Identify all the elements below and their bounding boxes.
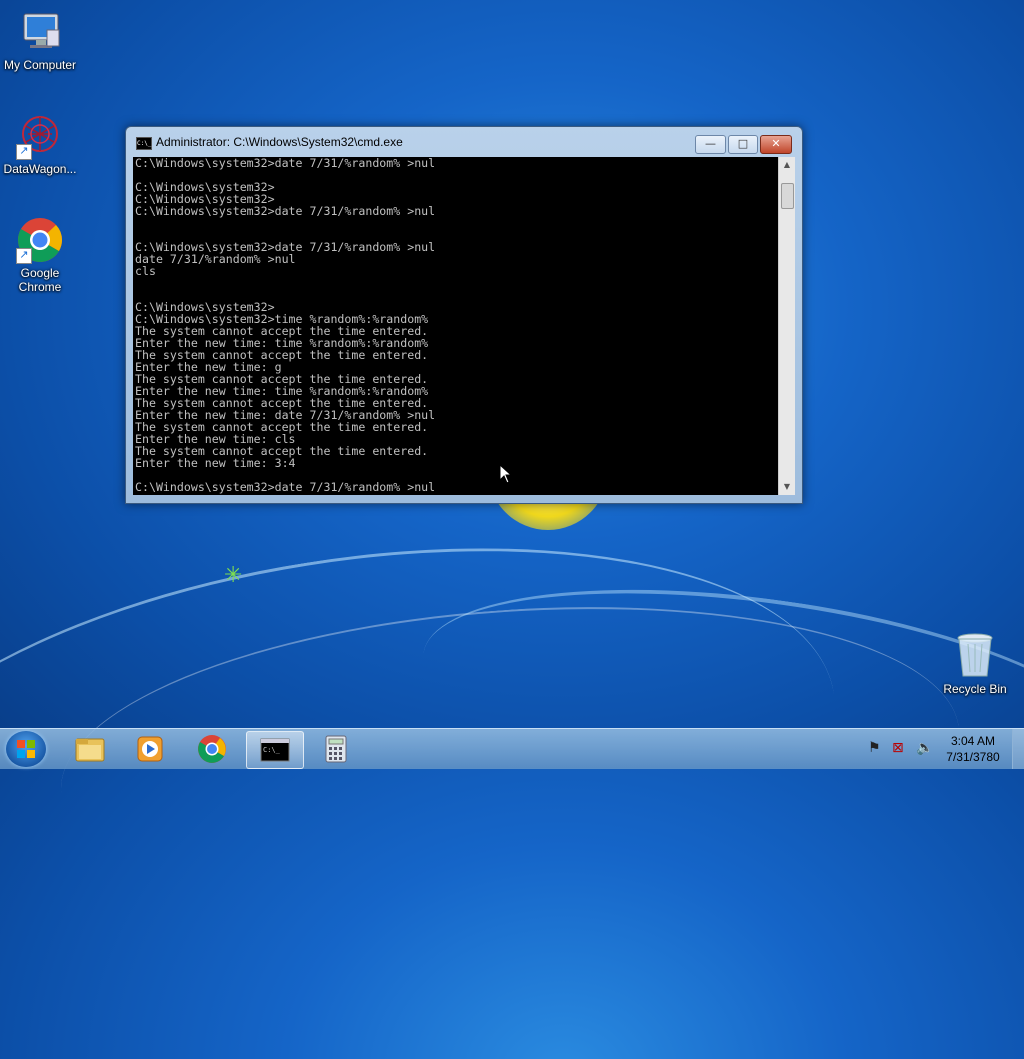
system-tray: ⚑ ⊠ 🔈 — [862, 737, 942, 761]
desktop-icon-label: Recycle Bin — [943, 682, 1007, 696]
shortcut-arrow-icon: ↗ — [16, 248, 32, 264]
wallpaper-leaf: ✳ — [224, 563, 243, 588]
chrome-taskbar-button[interactable] — [184, 731, 240, 767]
close-button[interactable]: ✕ — [760, 135, 792, 154]
datawagon-icon: ↗ — [16, 112, 64, 160]
clock-time: 3:04 AM — [950, 734, 996, 748]
svg-text:C:\_: C:\_ — [263, 746, 281, 754]
window-title: Administrator: C:\Windows\System32\cmd.e… — [156, 135, 403, 149]
console-line: cls — [135, 264, 156, 278]
vertical-scrollbar[interactable]: ▲ ▼ — [778, 157, 795, 495]
calculator-button[interactable] — [308, 731, 364, 767]
explorer-button[interactable] — [62, 731, 118, 767]
console-line: C:\Windows\system32>date 7/31/%random% >… — [135, 157, 436, 170]
desktop-icon-my-computer[interactable]: My Computer — [0, 8, 80, 72]
desktop-icon-recycle-bin[interactable]: Recycle Bin — [935, 632, 1015, 696]
console-line: Enter the new time: 3:4 — [135, 456, 296, 470]
minimize-button[interactable]: — — [695, 135, 726, 154]
show-desktop-button[interactable] — [1012, 729, 1024, 769]
chrome-icon — [198, 735, 226, 763]
shortcut-arrow-icon: ↗ — [16, 144, 32, 160]
desktop-icon-label: DataWagon... — [3, 162, 77, 176]
desktop-icon-google-chrome[interactable]: ↗ Google Chrome — [0, 216, 80, 294]
window-titlebar[interactable]: C:\_ Administrator: C:\Windows\System32\… — [126, 127, 802, 157]
taskbar: C:\_ ⚑ ⊠ 🔈 3:04 AM 7/31/3780 — [0, 728, 1024, 769]
desktop-icon-datawagon[interactable]: ↗ DataWagon... — [0, 112, 80, 176]
recycle-bin-icon — [955, 632, 995, 680]
start-button[interactable] — [6, 731, 46, 767]
console-line: date 7/31/%random% >nul — [135, 252, 296, 266]
scroll-up-icon[interactable]: ▲ — [779, 157, 795, 173]
media-player-button[interactable] — [122, 731, 178, 767]
clock[interactable]: 3:04 AM 7/31/3780 — [940, 733, 1006, 765]
cmd-icon: C:\_ — [136, 137, 152, 150]
chrome-icon: ↗ — [16, 216, 64, 264]
cmd-taskbar-button[interactable]: C:\_ — [246, 731, 304, 769]
volume-icon[interactable]: 🔈 — [916, 740, 933, 756]
windows-logo-icon — [17, 740, 35, 758]
console-output[interactable]: C:\Windows\system32>date 7/31/%random% >… — [133, 157, 778, 495]
scroll-down-icon[interactable]: ▼ — [779, 479, 795, 495]
mouse-pointer-icon — [499, 463, 513, 488]
network-icon[interactable]: ⊠ — [892, 740, 904, 756]
console-text: C:\Windows\system32>date 7/31/%random% >… — [133, 157, 778, 493]
maximize-button[interactable]: □ — [728, 135, 758, 154]
calculator-icon — [325, 735, 347, 763]
desktop-icon-label: Google Chrome — [18, 266, 62, 294]
desktop-icon-label: My Computer — [3, 58, 77, 72]
media-player-icon — [137, 736, 163, 762]
cmd-icon: C:\_ — [260, 738, 290, 762]
scrollbar-thumb[interactable] — [781, 183, 794, 209]
action-center-icon[interactable]: ⚑ — [868, 740, 881, 756]
computer-icon — [16, 8, 64, 56]
clock-date: 7/31/3780 — [946, 750, 1000, 764]
console-line: C:\Windows\system32>date 7/31/%random% >… — [135, 480, 436, 494]
folder-icon — [75, 738, 105, 762]
console-line: C:\Windows\system32>date 7/31/%random% >… — [135, 204, 436, 218]
cmd-window[interactable]: C:\_ Administrator: C:\Windows\System32\… — [125, 126, 803, 504]
